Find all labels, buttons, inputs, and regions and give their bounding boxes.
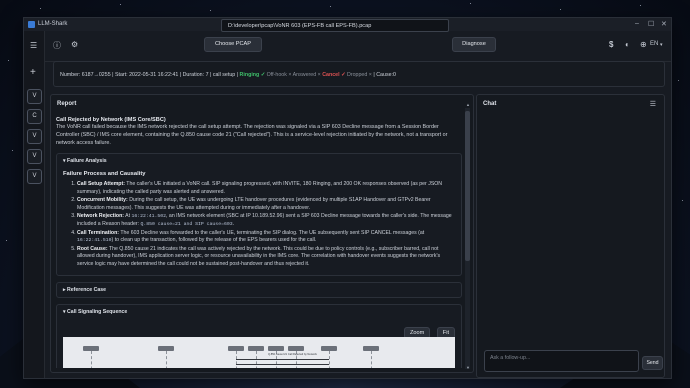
status-cause: | Cause:0 [373,72,396,78]
dollar-icon[interactable]: $ [609,40,613,49]
chat-panel: Chat ☰ Ask a follow-up... Send [476,94,665,378]
maximize-icon[interactable]: ☐ [648,20,654,28]
lifeline [329,350,330,368]
send-button[interactable]: Send [642,356,663,370]
diagnose-button[interactable]: Diagnose [452,37,496,52]
session-item[interactable]: V [27,169,42,184]
close-icon[interactable]: ✕ [661,20,667,28]
step-title: Call Setup Attempt: [77,181,125,187]
step-text: The Q.850 cause 21 indicates the call wa… [77,245,441,267]
language-label[interactable]: EN [650,41,658,47]
list-item: Call Setup Attempt: The caller's UE init… [77,181,455,196]
app-logo-icon [28,21,35,28]
failure-analysis-card: ▾ Failure Analysis Failure Process and C… [56,153,462,276]
report-header: Report [57,101,77,107]
sequence-diagram[interactable]: Q.850 cause=21 Call Rejected by Network [63,336,455,368]
pcap-path-field[interactable]: D:\developer\pcap\VoNR 603 (EPS-FB call … [221,19,449,32]
status-ringing: Ringing ✓ [239,72,266,78]
lifeline [166,350,167,368]
new-session-icon[interactable]: + [30,67,36,78]
call-status-bar: Number: 6187→0255 | Start: 2022-05-31 16… [53,61,665,87]
chevron-down-icon[interactable]: ▾ [660,42,663,48]
status-dropped: Dropped × [347,72,372,78]
status-offhook-answered: Off-hook × Answered × [266,72,321,78]
step-title: Network Rejection: [77,213,124,220]
session-item[interactable]: V [27,149,42,164]
step-code: Q.850 cause=21 and SIP cause=603 [140,221,233,227]
step-title: Concurrent Mobility: [77,197,128,204]
status-summary: Number: 6187→0255 | Start: 2022-05-31 16… [60,72,239,78]
contrast-icon[interactable]: ◐ [625,40,630,49]
chat-menu-icon[interactable]: ☰ [650,100,656,108]
session-item[interactable]: C [27,109,42,124]
minimize-icon[interactable]: – [635,20,639,27]
step-text: During the call setup, the UE was underg… [77,197,431,211]
call-rejected-text: The VoNR call failed because the IMS net… [56,124,448,146]
signaling-toggle[interactable]: ▾ Call Signaling Sequence [57,305,461,319]
failure-steps: Call Setup Attempt: The caller's UE init… [63,181,455,269]
globe-icon[interactable]: ⊕ [640,40,647,49]
step-title: Root Cause: [77,245,108,252]
step-text: ) to clean up the transaction, followed … [111,237,317,244]
report-scrollbar[interactable] [465,108,470,369]
scroll-down-icon[interactable]: ▼ [466,365,470,370]
step-text: The 603 Decline was forwarded to the cal… [120,229,425,236]
list-item: Call Termination: The 603 Decline was fo… [77,230,455,245]
reference-case-card[interactable]: ▸ Reference Case [56,281,462,298]
session-item[interactable]: V [27,129,42,144]
settings-icon[interactable]: ⚙ [71,40,78,49]
failure-process-title: Failure Process and Causality [63,171,146,177]
app-title: LLM-Shark [38,21,68,27]
report-content: Call Rejected by Network (IMS Core/SBC) … [56,111,462,368]
step-code: 16:22:41.502 [131,214,167,220]
lifeline [371,350,372,368]
lifeline [91,350,92,368]
chat-header: Chat [483,101,497,107]
list-item: Concurrent Mobility: During the call set… [77,197,455,212]
report-panel: Report ▲ ▼ Call Rejected by Network (IMS… [50,94,474,373]
message-arrow [236,363,329,365]
failure-analysis-toggle[interactable]: ▾ Failure Analysis [57,154,461,168]
scroll-thumb[interactable] [465,111,470,261]
session-item[interactable]: V [27,89,42,104]
step-code: 16:22:41.510 [77,238,112,244]
reference-case-toggle[interactable]: ▸ Reference Case [57,283,461,297]
sidebar: ☰ + V C V V V [24,31,45,378]
status-cancel: Cancel ✓ [322,72,346,78]
step-text: At [125,213,131,220]
reference-case-label: Reference Case [67,286,106,293]
list-item: Network Rejection: At 16:22:41.502, an I… [77,213,455,228]
step-title: Call Termination: [77,229,119,236]
toolbar: ⓘ ⚙ Choose PCAP Diagnose $ ◐ ⊕ EN ▾ [44,31,671,62]
info-icon[interactable]: ⓘ [53,40,61,51]
signaling-label: Call Signaling Sequence [67,308,128,315]
scroll-up-icon[interactable]: ▲ [466,102,470,107]
failure-analysis-label: Failure Analysis [67,158,107,164]
step-text: . [232,220,235,227]
choose-pcap-button[interactable]: Choose PCAP [204,37,262,52]
list-item: Root Cause: The Q.850 cause 21 indicates… [77,246,455,269]
menu-icon[interactable]: ☰ [30,41,37,50]
signaling-card: ▾ Call Signaling Sequence Zoom Fit Q.850… [56,303,462,368]
message-arrow [236,358,329,360]
diagram-note: Q.850 cause=21 Call Rejected by Network [268,352,317,356]
chat-input[interactable]: Ask a follow-up... [484,350,639,372]
step-text: The caller's UE initiated a VoNR call. S… [77,181,443,195]
